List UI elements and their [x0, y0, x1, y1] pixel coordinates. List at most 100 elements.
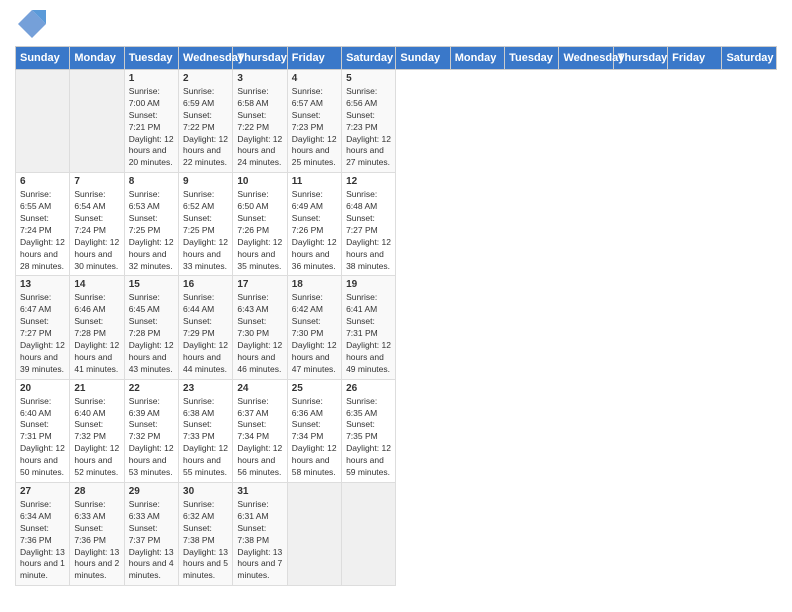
header-tuesday: Tuesday — [124, 47, 178, 70]
calendar-cell: 26Sunrise: 6:35 AMSunset: 7:35 PMDayligh… — [342, 379, 396, 482]
col-header-monday: Monday — [450, 47, 504, 70]
day-number: 18 — [292, 279, 337, 290]
day-number: 22 — [129, 383, 174, 394]
logo — [15, 10, 46, 38]
day-info: Sunrise: 6:55 AMSunset: 7:24 PMDaylight:… — [20, 189, 65, 272]
calendar-cell: 1Sunrise: 7:00 AMSunset: 7:21 PMDaylight… — [124, 70, 178, 173]
calendar-cell: 11 Sunrise: 6:49 AMSunset: 7:26 PMDayligh… — [287, 173, 341, 276]
day-info: Sunrise: 6:32 AMSunset: 7:38 PMDaylight:… — [183, 499, 228, 582]
calendar-cell: 5 Sunrise: 6:56 AMSunset: 7:23 PMDaylight… — [342, 70, 396, 173]
calendar-cell: 4 Sunrise: 6:57 AMSunset: 7:23 PMDaylight… — [287, 70, 341, 173]
day-number: 19 — [346, 279, 391, 290]
calendar-cell: 17Sunrise: 6:43 AMSunset: 7:30 PMDayligh… — [233, 276, 287, 379]
calendar-cell — [287, 482, 341, 585]
day-info: Sunrise: 6:40 AMSunset: 7:31 PMDaylight:… — [20, 396, 65, 479]
day-number: 12 — [346, 176, 391, 187]
col-header-wednesday: Wednesday — [559, 47, 613, 70]
calendar-week-4: 27 Sunrise: 6:34 AMSunset: 7:36 PMDayligh… — [16, 482, 777, 585]
day-number: 31 — [237, 486, 282, 497]
day-number: 15 — [129, 279, 174, 290]
day-number: 17 — [237, 279, 282, 290]
day-info: Sunrise: 6:58 AMSunset: 7:22 PMDaylight:… — [237, 86, 282, 169]
calendar-cell: 25Sunrise: 6:36 AMSunset: 7:34 PMDayligh… — [287, 379, 341, 482]
col-header-saturday: Saturday — [722, 47, 777, 70]
day-number: 5 — [346, 73, 391, 84]
day-info: Sunrise: 6:57 AMSunset: 7:23 PMDaylight:… — [292, 86, 337, 169]
page-header — [15, 10, 777, 38]
day-number: 11 — [292, 176, 337, 187]
day-number: 7 — [74, 176, 119, 187]
day-info: Sunrise: 6:54 AMSunset: 7:24 PMDaylight:… — [74, 189, 119, 272]
calendar-table: SundayMondayTuesdayWednesdayThursdayFrid… — [15, 46, 777, 586]
calendar-cell: 20 Sunrise: 6:40 AMSunset: 7:31 PMDayligh… — [16, 379, 70, 482]
day-info: Sunrise: 6:56 AMSunset: 7:23 PMDaylight:… — [346, 86, 391, 169]
day-number: 29 — [129, 486, 174, 497]
day-number: 8 — [129, 176, 174, 187]
header-thursday: Thursday — [233, 47, 287, 70]
day-number: 20 — [20, 383, 65, 394]
calendar-cell — [342, 482, 396, 585]
calendar-cell: 24Sunrise: 6:37 AMSunset: 7:34 PMDayligh… — [233, 379, 287, 482]
day-number: 13 — [20, 279, 65, 290]
calendar-week-2: 13 Sunrise: 6:47 AMSunset: 7:27 PMDayligh… — [16, 276, 777, 379]
header-monday: Monday — [70, 47, 124, 70]
day-info: Sunrise: 6:42 AMSunset: 7:30 PMDaylight:… — [292, 292, 337, 375]
calendar-cell: 13 Sunrise: 6:47 AMSunset: 7:27 PMDayligh… — [16, 276, 70, 379]
calendar-cell: 12 Sunrise: 6:48 AMSunset: 7:27 PMDayligh… — [342, 173, 396, 276]
logo-icon — [18, 10, 46, 38]
calendar-cell: 9 Sunrise: 6:52 AMSunset: 7:25 PMDaylight… — [179, 173, 233, 276]
calendar-cell: 15 Sunrise: 6:45 AMSunset: 7:28 PMDayligh… — [124, 276, 178, 379]
day-number: 4 — [292, 73, 337, 84]
day-info: Sunrise: 7:00 AMSunset: 7:21 PMDaylight:… — [129, 86, 174, 169]
day-number: 30 — [183, 486, 228, 497]
day-number: 23 — [183, 383, 228, 394]
day-info: Sunrise: 6:45 AMSunset: 7:28 PMDaylight:… — [129, 292, 174, 375]
col-header-tuesday: Tuesday — [505, 47, 559, 70]
calendar-cell: 30 Sunrise: 6:32 AMSunset: 7:38 PMDayligh… — [179, 482, 233, 585]
day-number: 16 — [183, 279, 228, 290]
calendar-cell: 29Sunrise: 6:33 AMSunset: 7:37 PMDayligh… — [124, 482, 178, 585]
day-number: 27 — [20, 486, 65, 497]
day-number: 14 — [74, 279, 119, 290]
day-number: 21 — [74, 383, 119, 394]
day-info: Sunrise: 6:52 AMSunset: 7:25 PMDaylight:… — [183, 189, 228, 272]
header-friday: Friday — [287, 47, 341, 70]
col-header-sunday: Sunday — [396, 47, 450, 70]
calendar-header-row: SundayMondayTuesdayWednesdayThursdayFrid… — [16, 47, 777, 70]
day-info: Sunrise: 6:44 AMSunset: 7:29 PMDaylight:… — [183, 292, 228, 375]
calendar-cell: 19 Sunrise: 6:41 AMSunset: 7:31 PMDayligh… — [342, 276, 396, 379]
calendar-cell: 22 Sunrise: 6:39 AMSunset: 7:32 PMDayligh… — [124, 379, 178, 482]
day-info: Sunrise: 6:53 AMSunset: 7:25 PMDaylight:… — [129, 189, 174, 272]
day-number: 25 — [292, 383, 337, 394]
day-number: 28 — [74, 486, 119, 497]
calendar-cell: 7 Sunrise: 6:54 AMSunset: 7:24 PMDaylight… — [70, 173, 124, 276]
day-info: Sunrise: 6:49 AMSunset: 7:26 PMDaylight:… — [292, 189, 337, 272]
calendar-cell: 14Sunrise: 6:46 AMSunset: 7:28 PMDayligh… — [70, 276, 124, 379]
calendar-cell: 8 Sunrise: 6:53 AMSunset: 7:25 PMDaylight… — [124, 173, 178, 276]
calendar-cell: 28 Sunrise: 6:33 AMSunset: 7:36 PMDayligh… — [70, 482, 124, 585]
calendar-cell — [16, 70, 70, 173]
day-number: 26 — [346, 383, 391, 394]
calendar-cell: 18 Sunrise: 6:42 AMSunset: 7:30 PMDayligh… — [287, 276, 341, 379]
day-info: Sunrise: 6:59 AMSunset: 7:22 PMDaylight:… — [183, 86, 228, 169]
day-info: Sunrise: 6:38 AMSunset: 7:33 PMDaylight:… — [183, 396, 228, 479]
day-info: Sunrise: 6:33 AMSunset: 7:36 PMDaylight:… — [74, 499, 119, 582]
col-header-thursday: Thursday — [613, 47, 667, 70]
day-number: 24 — [237, 383, 282, 394]
calendar-week-3: 20 Sunrise: 6:40 AMSunset: 7:31 PMDayligh… — [16, 379, 777, 482]
calendar-week-0: 1Sunrise: 7:00 AMSunset: 7:21 PMDaylight… — [16, 70, 777, 173]
day-info: Sunrise: 6:48 AMSunset: 7:27 PMDaylight:… — [346, 189, 391, 272]
header-sunday: Sunday — [16, 47, 70, 70]
day-number: 9 — [183, 176, 228, 187]
calendar-cell: 16 Sunrise: 6:44 AMSunset: 7:29 PMDayligh… — [179, 276, 233, 379]
day-info: Sunrise: 6:41 AMSunset: 7:31 PMDaylight:… — [346, 292, 391, 375]
calendar-cell: 21Sunrise: 6:40 AMSunset: 7:32 PMDayligh… — [70, 379, 124, 482]
calendar-week-1: 6 Sunrise: 6:55 AMSunset: 7:24 PMDaylight… — [16, 173, 777, 276]
header-saturday: Saturday — [342, 47, 396, 70]
day-info: Sunrise: 6:31 AMSunset: 7:38 PMDaylight:… — [237, 499, 282, 582]
day-info: Sunrise: 6:39 AMSunset: 7:32 PMDaylight:… — [129, 396, 174, 479]
day-info: Sunrise: 6:47 AMSunset: 7:27 PMDaylight:… — [20, 292, 65, 375]
day-info: Sunrise: 6:34 AMSunset: 7:36 PMDaylight:… — [20, 499, 65, 582]
day-number: 6 — [20, 176, 65, 187]
day-number: 2 — [183, 73, 228, 84]
